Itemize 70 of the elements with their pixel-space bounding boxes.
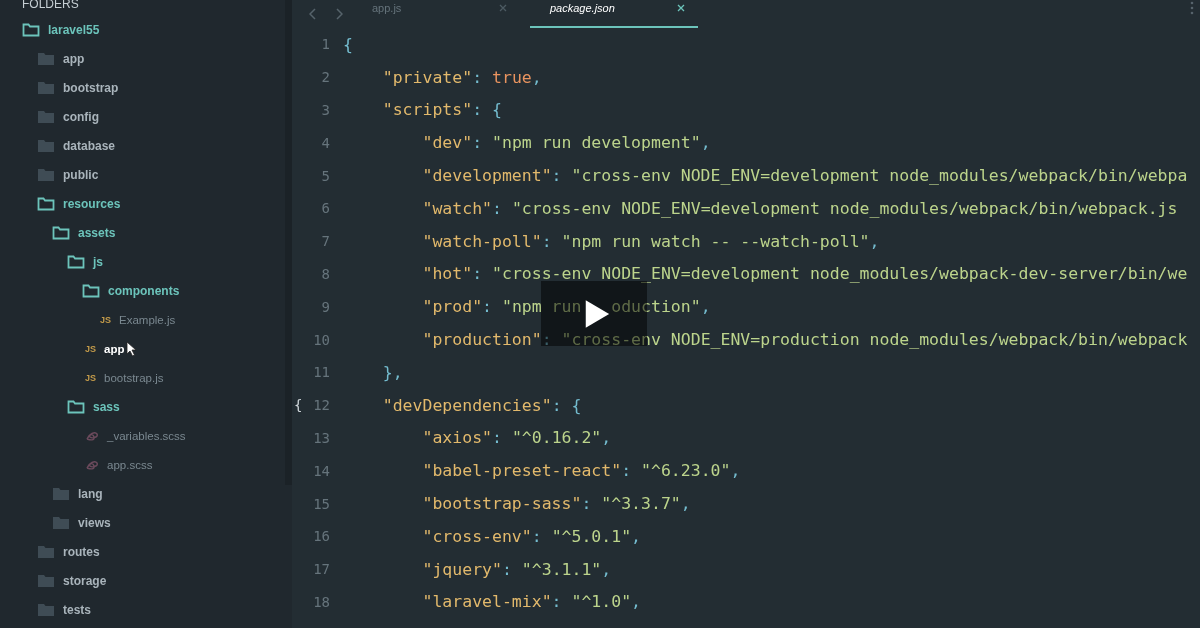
file-item[interactable]: Example.js [119,313,176,326]
close-icon[interactable] [676,3,686,13]
folder-item[interactable]: tests [63,602,91,617]
file-item[interactable]: app.scss [107,458,153,471]
line-number: 5 [320,167,330,184]
folder-item[interactable]: public [63,167,99,182]
line-number: 7 [320,233,330,250]
folder-item[interactable]: views [78,515,111,530]
line-number: 18 [312,593,330,610]
folder-item[interactable]: bootstrap [63,80,119,95]
code-line: "scripts": { [382,100,502,120]
code-line: "jquery": "^3.1.1", [422,559,612,579]
code-line: { [343,34,353,54]
code-line: }, [382,362,403,382]
code-line: "development": "cross-env NODE_ENV=development node_modules/webpack/bin/webpa [422,166,1188,186]
code-line: "watch": "cross-env NODE_ENV=development node_modules/webpack/bin/webpack.js [422,198,1178,218]
line-number: 6 [320,200,330,217]
sass-file-icon [85,429,99,442]
play-icon [584,298,610,329]
folder-item[interactable]: config [63,109,99,124]
line-number: 2 [320,69,330,86]
line-number: 4 [320,134,330,151]
folder-item[interactable]: lang [78,486,103,501]
code-line: "cross-env": "^5.0.1", [422,526,642,546]
folder-item[interactable]: routes [63,544,100,559]
code-line: "watch-poll": "npm run watch -- --watch-poll", [422,231,880,251]
js-file-icon: JS [100,314,111,325]
folder-item[interactable]: storage [63,573,107,588]
folder-item[interactable]: app [63,51,85,66]
more-menu-icon[interactable] [1190,0,1194,16]
folder-item[interactable]: components [108,283,180,298]
code-line: "axios": "^0.16.2", [422,428,612,448]
folder-item[interactable]: sass [93,399,120,414]
editor-tab[interactable]: package.json [530,4,698,28]
code-line: oduction", [611,297,711,317]
line-number: 9 [320,298,330,315]
js-file-icon: JS [85,372,96,383]
line-number: 15 [312,495,330,512]
line-number: 10 [312,331,330,348]
code-line: "laravel-mix": "^1.0", [422,592,642,612]
folder-item[interactable]: assets [78,225,116,240]
line-number: 13 [312,429,330,446]
line-number: 12 [312,397,330,414]
line-number: 8 [320,265,330,282]
line-number: 3 [320,102,330,118]
folder-item[interactable]: js [93,254,103,269]
line-number: 17 [312,561,330,578]
sidebar-header: FOLDERS [21,0,80,13]
file-item[interactable]: _variables.scss [107,429,186,442]
code-line: "prod": "npm run [422,297,582,317]
code-line: "dev": "npm run development", [422,133,711,153]
folder-item[interactable]: database [63,138,116,153]
folder-item[interactable]: laravel55 [48,22,100,37]
folder-item[interactable]: resources [63,196,121,211]
line-number: 1 [320,36,330,53]
code-line: "hot": "cross-env NODE_ENV=development node_modules/webpack-dev-server/bin/we [422,264,1188,284]
sass-file-icon [85,458,99,471]
fold-marker[interactable]: { [294,397,303,414]
code-line: "devDependencies": { [382,395,582,415]
line-number: 16 [312,528,330,545]
file-item[interactable]: bootstrap.js [104,371,164,384]
file-item[interactable]: app [104,342,125,355]
code-line: "babel-preset-react": "^6.23.0", [422,461,741,481]
line-number: 14 [312,462,330,479]
code-line: "bootstrap-sass": "^3.3.7", [422,494,691,514]
code-line: "private": true, [382,67,542,87]
js-file-icon: JS [85,343,96,354]
code-line: "production": "cross-env NODE_ENV=production node_modules/webpack/bin/webpack [422,330,1188,350]
mouse-cursor-icon [126,340,139,357]
line-number: 11 [312,364,330,381]
